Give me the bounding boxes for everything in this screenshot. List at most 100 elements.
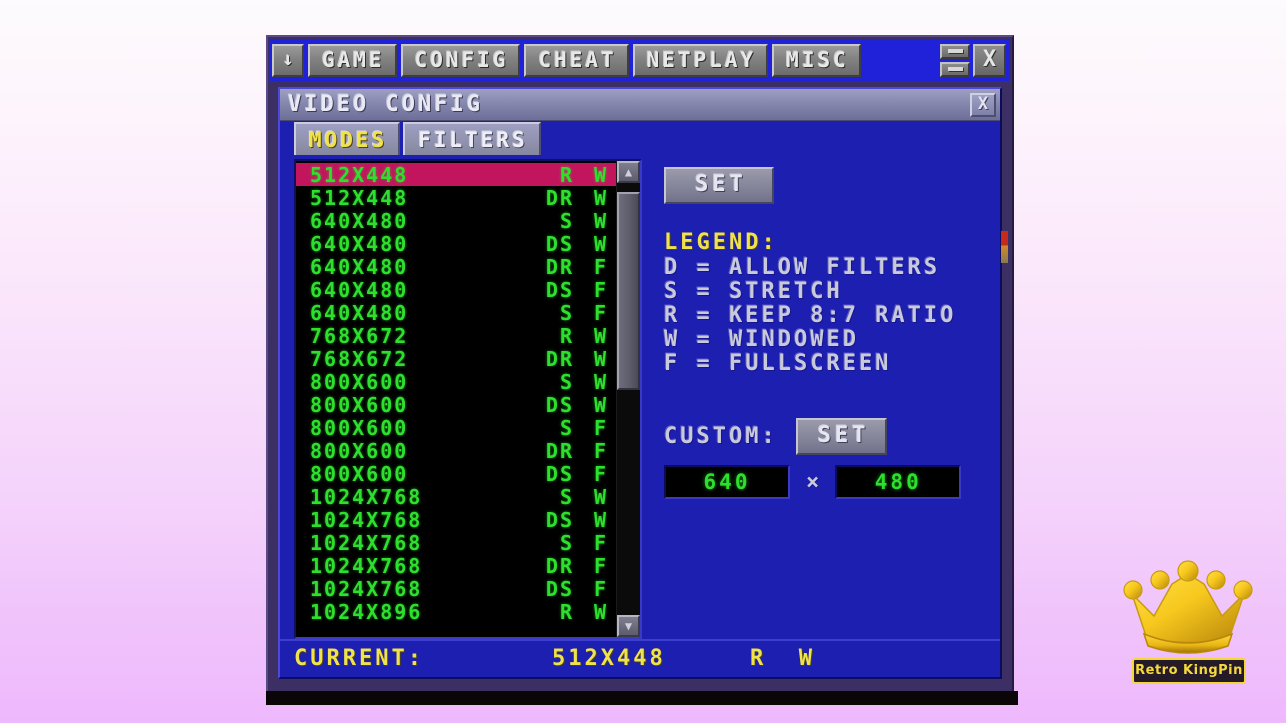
mode-scale-flag: R <box>559 323 574 348</box>
mode-row[interactable]: 1024X768 DR F <box>296 554 616 577</box>
menu-item-game[interactable]: GAME <box>308 43 397 77</box>
mode-row[interactable]: 1024X768 S W <box>296 485 616 508</box>
mode-resolution: 1024X768 <box>310 507 423 532</box>
custom-resolution-block: CUSTOM: SET × <box>664 418 992 499</box>
mode-scale-flag: S <box>559 530 574 555</box>
mode-screen-flag: W <box>593 484 608 509</box>
mode-row[interactable]: 640X480 S W <box>296 209 616 232</box>
multiply-symbol-icon: × <box>806 469 820 495</box>
mode-screen-flag: W <box>593 208 608 233</box>
restore-bar-icon[interactable] <box>940 43 970 59</box>
menu-item-netplay[interactable]: NETPLAY <box>632 43 769 77</box>
tab-strip: MODES FILTERS <box>280 121 1000 155</box>
retro-kingpin-logo: Retro KingPin <box>1118 560 1258 690</box>
status-current-flags: R W <box>750 646 815 671</box>
mode-screen-flag: F <box>593 553 608 578</box>
status-bar: CURRENT: 512X448 R W <box>280 639 1000 677</box>
mode-row[interactable]: 1024X768 S F <box>296 531 616 554</box>
mode-scale-flag: S <box>559 369 574 394</box>
legend-entry-w: W = WINDOWED <box>664 327 859 352</box>
mode-screen-flag: W <box>593 346 608 371</box>
status-current-resolution: 512X448 <box>552 646 666 671</box>
menu-item-config[interactable]: CONFIG <box>400 43 521 77</box>
mode-resolution: 800X600 <box>310 438 409 463</box>
mode-row[interactable]: 640X480 S F <box>296 301 616 324</box>
mode-row[interactable]: 640X480 DR F <box>296 255 616 278</box>
tab-filters[interactable]: FILTERS <box>403 122 541 155</box>
menu-item-misc[interactable]: MISC <box>772 43 861 77</box>
legend-entry-f: F = FULLSCREEN <box>664 351 892 376</box>
menu-item-cheat[interactable]: CHEAT <box>524 43 629 77</box>
mode-row[interactable]: 640X480 DS F <box>296 278 616 301</box>
status-label: CURRENT: <box>294 646 424 671</box>
mode-resolution: 1024X768 <box>310 484 423 509</box>
mode-resolution: 768X672 <box>310 323 409 348</box>
dialog-close-icon[interactable]: X <box>970 92 996 117</box>
mode-list-scrollbar[interactable]: ▲ ▼ <box>616 161 640 637</box>
mode-screen-flag: F <box>593 576 608 601</box>
mode-resolution: 512X448 <box>310 162 409 187</box>
mode-scale-flag: S <box>559 484 574 509</box>
mode-row[interactable]: 512X448 DR W <box>296 186 616 209</box>
mode-resolution: 800X600 <box>310 369 409 394</box>
mode-row[interactable]: 1024X896 R W <box>296 600 616 623</box>
mode-resolution: 768X672 <box>310 346 409 371</box>
dialog-body: 512X448 R W 512X448 DR W 640X480 S W 640X480 DS W 64… <box>280 155 1008 639</box>
video-mode-list[interactable]: 512X448 R W 512X448 DR W 640X480 S W 640X480 DS W 64… <box>296 161 616 637</box>
scrollbar-track[interactable] <box>617 183 640 615</box>
mode-resolution: 640X480 <box>310 254 409 279</box>
dropdown-arrow-icon[interactable]: ↓ <box>272 43 304 77</box>
logo-text: Retro KingPin <box>1135 663 1243 678</box>
minimize-bar-icon[interactable] <box>940 61 970 77</box>
mode-scale-flag: S <box>559 415 574 440</box>
mode-screen-flag: W <box>593 231 608 256</box>
mode-scale-flag: R <box>559 599 574 624</box>
mode-screen-flag: F <box>593 277 608 302</box>
mode-row[interactable]: 800X600 DR F <box>296 439 616 462</box>
mode-screen-flag: F <box>593 438 608 463</box>
scroll-up-arrow-icon[interactable]: ▲ <box>617 161 640 183</box>
crown-icon <box>1123 560 1253 654</box>
scroll-down-arrow-icon[interactable]: ▼ <box>617 615 640 637</box>
mode-resolution: 1024X768 <box>310 530 423 555</box>
custom-set-button[interactable]: SET <box>795 418 888 455</box>
custom-resolution-header: CUSTOM: SET <box>664 418 992 455</box>
mode-screen-flag: W <box>593 599 608 624</box>
window-control-stack <box>940 43 970 77</box>
mode-row[interactable]: 800X600 DS F <box>296 462 616 485</box>
mode-row[interactable]: 768X672 R W <box>296 324 616 347</box>
mode-row[interactable]: 640X480 DS W <box>296 232 616 255</box>
emulator-window: ↓ GAME CONFIG CHEAT NETPLAY MISC X VIDEO… <box>266 35 1018 705</box>
set-button[interactable]: SET <box>664 167 774 204</box>
mode-screen-flag: W <box>593 507 608 532</box>
close-icon[interactable]: X <box>973 43 1006 77</box>
mode-scale-flag: R <box>559 162 574 187</box>
mode-resolution: 1024X896 <box>310 599 423 624</box>
mode-row[interactable]: 512X448 R W <box>296 163 616 186</box>
legend-entry-d: D = ALLOW FILTERS <box>664 255 941 280</box>
mode-row[interactable]: 768X672 DR W <box>296 347 616 370</box>
mode-screen-flag: W <box>593 323 608 348</box>
custom-resolution-inputs: × <box>664 465 992 499</box>
mode-scale-flag: DS <box>545 461 574 486</box>
mode-resolution: 800X600 <box>310 392 409 417</box>
mode-row[interactable]: 1024X768 DS W <box>296 508 616 531</box>
video-config-dialog: VIDEO CONFIG X MODES FILTERS 512X448 R W 51… <box>278 87 1008 679</box>
mode-row[interactable]: 800X600 DS W <box>296 393 616 416</box>
custom-width-input[interactable] <box>664 465 790 499</box>
mode-scale-flag: DR <box>545 185 574 210</box>
legend-entry-s: S = STRETCH <box>664 279 843 304</box>
mode-screen-flag: F <box>593 461 608 486</box>
mode-screen-flag: F <box>593 300 608 325</box>
tab-modes[interactable]: MODES <box>294 122 401 155</box>
scrollbar-thumb[interactable] <box>617 191 640 391</box>
mode-row[interactable]: 800X600 S F <box>296 416 616 439</box>
mode-resolution: 800X600 <box>310 415 409 440</box>
mode-scale-flag: S <box>559 300 574 325</box>
custom-height-input[interactable] <box>835 465 962 499</box>
mode-row[interactable]: 1024X768 DS F <box>296 577 616 600</box>
mode-resolution: 640X480 <box>310 277 409 302</box>
mode-resolution: 640X480 <box>310 231 409 256</box>
mode-row[interactable]: 800X600 S W <box>296 370 616 393</box>
mode-screen-flag: W <box>593 185 608 210</box>
